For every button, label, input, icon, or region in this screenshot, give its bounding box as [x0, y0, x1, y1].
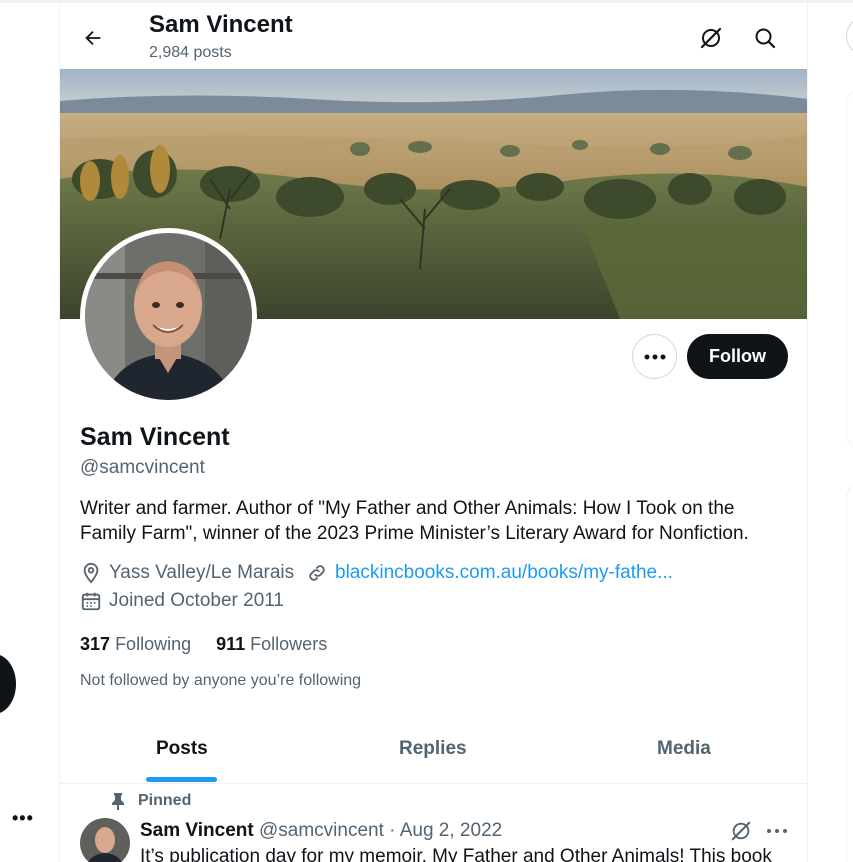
profile-location: Yass Valley/Le Marais [80, 562, 294, 584]
followers-label: Followers [250, 634, 328, 654]
following-label: Following [115, 634, 192, 654]
profile-bio: Writer and farmer. Author of "My Father … [80, 498, 749, 544]
tab-posts[interactable]: Posts [156, 738, 208, 760]
right-sidebar-panel-2 [846, 482, 853, 862]
pinned-indicator: Pinned [110, 792, 191, 810]
post-date[interactable]: Aug 2, 2022 [400, 820, 502, 841]
search-button[interactable] [748, 21, 782, 55]
more-options-button[interactable] [632, 334, 677, 379]
location-icon [83, 562, 99, 584]
profile-handle: @samcvincent [80, 457, 205, 478]
grok-icon [731, 821, 751, 841]
location-text: Yass Valley/Le Marais [109, 562, 295, 583]
profile-website[interactable]: blackincbooks.com.au/books/my-fathe... [306, 562, 673, 584]
follow-stats: 317 Following 911 Followers [80, 634, 327, 655]
back-arrow-icon [85, 30, 101, 46]
avatar-image [85, 233, 252, 400]
followers-count: 911 [216, 634, 246, 654]
post-header: Sam Vincent @samcvincent · Aug 2, 2022 [140, 820, 502, 842]
tab-replies[interactable]: Replies [399, 738, 467, 760]
right-search-box[interactable] [846, 16, 853, 56]
more-icon [767, 829, 787, 833]
post-author-avatar[interactable] [80, 818, 130, 862]
header-title: Sam Vincent [149, 11, 293, 38]
search-icon [755, 28, 776, 49]
left-rail-more-icon[interactable]: ••• [12, 808, 34, 829]
grok-button[interactable] [694, 21, 728, 55]
pinned-label: Pinned [138, 792, 192, 809]
profile-tabs: Posts Replies Media [60, 718, 807, 784]
website-link[interactable]: blackincbooks.com.au/books/my-fathe... [335, 562, 673, 584]
header-post-count: 2,984 posts [149, 44, 232, 61]
profile-avatar[interactable] [80, 228, 257, 405]
followers-link[interactable]: 911 Followers [216, 634, 327, 655]
post-text: It’s publication day for my memoir, My F… [140, 846, 772, 862]
post-more-button[interactable] [766, 820, 788, 847]
following-link[interactable]: 317 Following [80, 634, 191, 655]
profile-name: Sam Vincent [80, 423, 230, 451]
following-count: 317 [80, 634, 111, 654]
grok-icon [700, 27, 722, 49]
pin-icon [112, 793, 124, 810]
joined-text: Joined October 2011 [109, 590, 284, 611]
profile-joined: Joined October 2011 [80, 590, 284, 612]
post-compose-button[interactable] [0, 654, 16, 714]
post-author-name[interactable]: Sam Vincent [140, 820, 254, 841]
tab-media[interactable]: Media [657, 738, 711, 760]
post-separator: · [389, 820, 396, 841]
link-icon [309, 565, 325, 581]
calendar-icon [81, 592, 101, 611]
post-author-handle[interactable]: @samcvincent [259, 820, 384, 841]
back-button[interactable] [76, 21, 110, 55]
profile-header-bar: Sam Vincent 2,984 posts [60, 3, 807, 69]
active-tab-indicator [146, 777, 217, 782]
more-icon [644, 354, 665, 359]
right-sidebar-panel [846, 88, 853, 450]
post-grok-button[interactable] [730, 820, 752, 847]
follow-button[interactable]: Follow [687, 334, 788, 379]
not-followed-note: Not followed by anyone you’re following [80, 672, 362, 689]
profile-main-column: Sam Vincent 2,984 posts Follow Sam Vince… [59, 0, 808, 862]
